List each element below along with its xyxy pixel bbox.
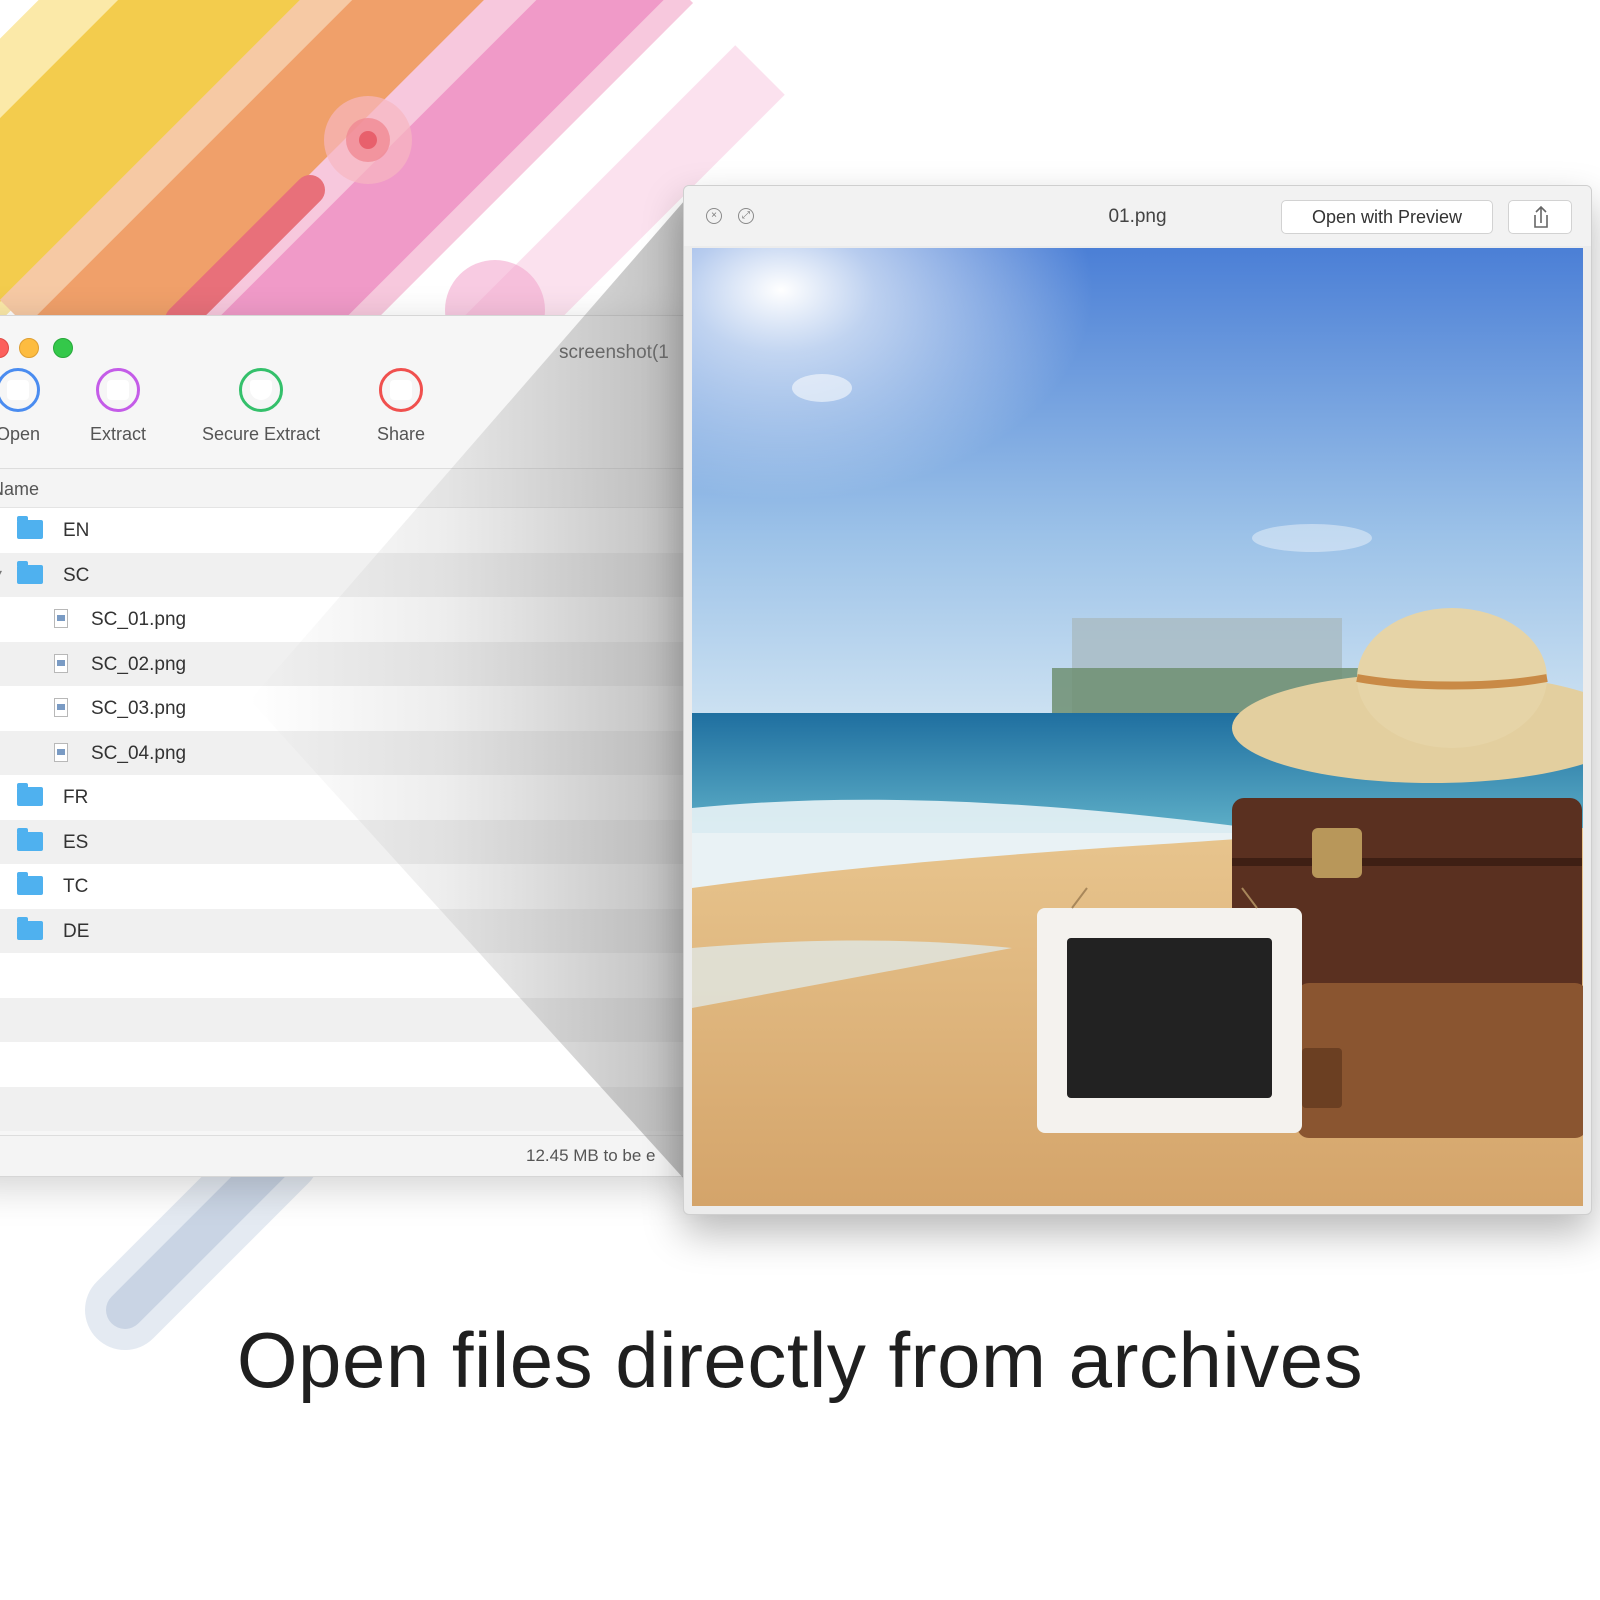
disclosure-triangle-icon[interactable]: ▾ [0,565,2,582]
marketing-caption: Open files directly from archives [236,1316,1364,1404]
folder-icon [17,516,43,539]
list-item[interactable]: ▾ SC [0,552,701,597]
file-name: SC_03.png [91,698,187,719]
fullscreen-icon[interactable]: ⤢ [738,208,754,224]
zoom-button[interactable] [53,338,73,358]
list-item[interactable]: SC_02.png [0,641,701,686]
shield-icon: ↑ [239,368,283,412]
file-list: EN ▾ SC SC_01.png SC_02.png SC_03.png [0,508,701,1131]
open-button[interactable]: + Open [0,366,53,458]
folder-icon [17,827,43,851]
extract-icon: ↑ [96,368,140,412]
file-name: TC [63,876,89,897]
folder-icon [17,916,43,940]
open-button-label: Open [0,424,41,444]
close-button[interactable] [0,338,9,358]
quicklook-titlebar: × ⤢ 01.png Open with Preview [684,186,1591,246]
close-icon[interactable]: × [706,208,722,224]
list-item[interactable]: SC_01.png [0,597,701,642]
archive-window-title: screenshot(1 [559,342,669,363]
file-name: ES [63,831,89,853]
file-name: FR [63,787,89,808]
beach-photo-preview [692,248,1583,1206]
file-name: DE [63,920,90,942]
open-archive-icon: + [0,368,40,412]
list-item[interactable]: FR [0,775,701,820]
share-button-label: Share [376,424,426,444]
name-column-label: Name [0,479,40,499]
extract-button-label: Extract [89,424,146,444]
folder-icon [17,872,43,895]
image-file-icon [54,698,68,717]
image-file-icon [54,742,68,762]
status-text: 12.45 MB to be e [526,1146,656,1165]
empty-row [0,997,701,1042]
file-name: EN [63,520,90,541]
folder-icon [17,783,43,806]
quicklook-window: × ⤢ 01.png Open with Preview [683,185,1592,1215]
secure-extract-button-label: Secure Extract [201,424,321,444]
quicklook-share-button[interactable] [1508,200,1572,234]
file-name: SC_01.png [91,609,187,630]
open-with-preview-button[interactable]: Open with Preview [1281,200,1493,234]
app-store-screenshot: screenshot(1 + Open ↑ Extract ↑ Secure E… [0,0,1600,1600]
minimize-button[interactable] [19,338,39,358]
share-button[interactable]: ↑ Share [366,366,436,458]
empty-row [0,1086,701,1131]
list-item[interactable]: EN [0,508,701,553]
file-name: SC_02.png [91,653,187,675]
list-item[interactable]: ES [0,819,701,864]
list-item[interactable]: DE [0,908,701,953]
extract-button[interactable]: ↑ Extract [73,366,163,458]
file-name: SC_04.png [91,742,187,764]
archive-toolbar: + Open ↑ Extract ↑ Secure Extract ↑ Shar… [0,366,701,462]
archive-titlebar: screenshot(1 [0,316,701,363]
list-item[interactable]: TC [0,864,701,909]
folder-icon [17,560,43,584]
status-bar: 12.45 MB to be e [0,1135,701,1176]
share-icon: ↑ [379,368,423,412]
image-file-icon [54,653,68,673]
secure-extract-button[interactable]: ↑ Secure Extract [186,366,336,458]
share-icon [1534,205,1548,228]
list-item[interactable]: SC_04.png [0,730,701,775]
list-item[interactable]: SC_03.png [0,686,701,731]
image-file-icon [54,609,68,628]
empty-row [0,1042,701,1087]
empty-row [0,953,701,998]
name-column-header[interactable]: Name [0,468,701,508]
archive-window: screenshot(1 + Open ↑ Extract ↑ Secure E… [0,315,702,1177]
file-name: SC [63,564,90,586]
beach-suitcase-image [692,248,1583,1206]
